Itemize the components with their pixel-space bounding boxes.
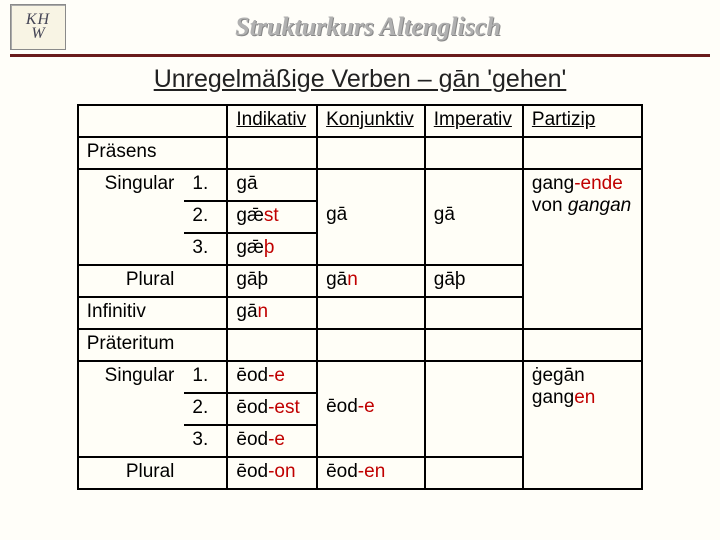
- person-2b: 2.: [184, 393, 227, 425]
- person-1: 1.: [184, 169, 227, 201]
- row-praeteritum: Präteritum: [78, 329, 185, 361]
- praes-ind-s3: gǣþ: [227, 233, 317, 265]
- row-singular-2: Singular: [78, 361, 185, 393]
- col-partizip: Partizip: [523, 105, 642, 137]
- praet-ind-s3: ēod-e: [227, 425, 317, 457]
- col-konjunktiv: Konjunktiv: [317, 105, 425, 137]
- row-plural-2: Plural: [78, 457, 185, 489]
- praet-ind-pl: ēod-on: [227, 457, 317, 489]
- row-praesens: Präsens: [78, 137, 185, 169]
- praes-konj-s: gā: [317, 201, 425, 233]
- person-3: 3.: [184, 233, 227, 265]
- praet-konj-pl: ēod-en: [317, 457, 425, 489]
- header-rule: [10, 54, 710, 57]
- header: KH W Strukturkurs Altenglisch: [0, 0, 720, 52]
- praes-ind-s1: gā: [227, 169, 317, 201]
- praes-konj-pl: gān: [317, 265, 425, 297]
- praes-imp-s: gā: [425, 201, 523, 233]
- praet-konj-s: ēod-e: [317, 393, 425, 425]
- praet-ind-s1: ēod-e: [227, 361, 317, 393]
- praet-ind-s2: ēod-est: [227, 393, 317, 425]
- verb-table: Indikativ Konjunktiv Imperativ Partizip …: [77, 104, 643, 490]
- blank-header: [78, 105, 185, 137]
- person-3b: 3.: [184, 425, 227, 457]
- blank-person: [184, 105, 227, 137]
- logo-bottom: W: [31, 27, 44, 41]
- praet-partizip: ġegān gangen: [523, 361, 642, 457]
- col-imperativ: Imperativ: [425, 105, 523, 137]
- col-indikativ: Indikativ: [227, 105, 317, 137]
- row-plural: Plural: [78, 265, 185, 297]
- praes-ind-s2: gǣst: [227, 201, 317, 233]
- person-2: 2.: [184, 201, 227, 233]
- praes-partizip: gang-ende von gangan: [523, 169, 642, 265]
- praes-ind-pl: gāþ: [227, 265, 317, 297]
- infinitiv-val: gān: [227, 297, 317, 329]
- praes-imp-pl: gāþ: [425, 265, 523, 297]
- person-1b: 1.: [184, 361, 227, 393]
- page-title: Unregelmäßige Verben – gān 'gehen': [0, 65, 720, 94]
- course-title: Strukturkurs Altenglisch: [66, 12, 710, 42]
- row-infinitiv: Infinitiv: [78, 297, 185, 329]
- logo: KH W: [10, 4, 66, 50]
- row-singular: Singular: [78, 169, 185, 201]
